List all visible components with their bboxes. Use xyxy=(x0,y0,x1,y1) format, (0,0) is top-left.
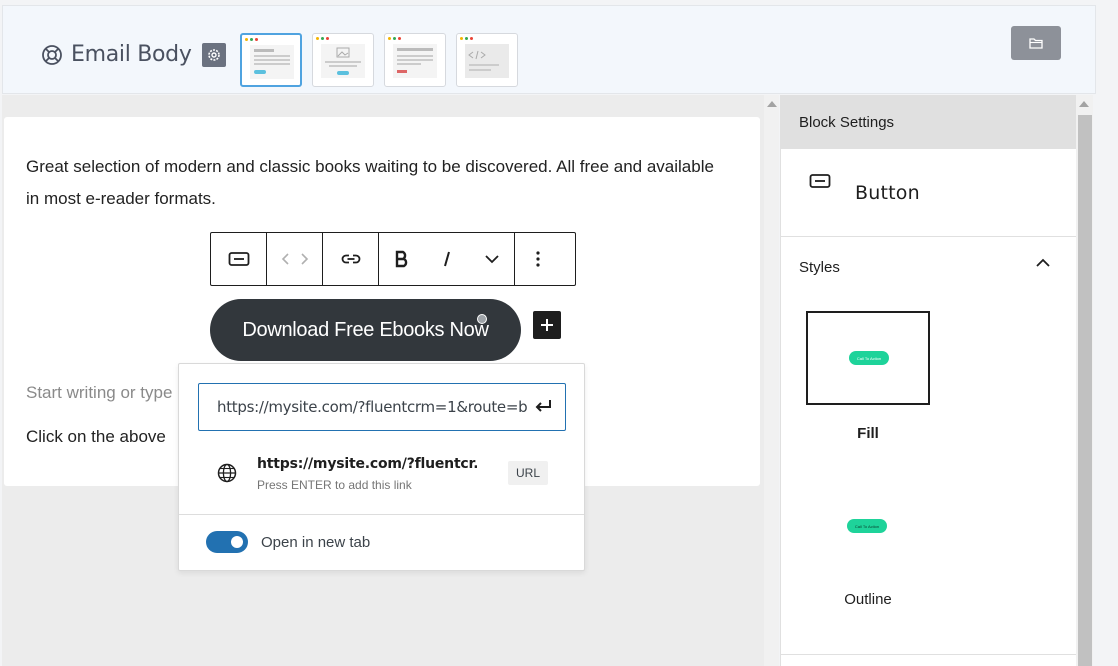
code-preview-icon xyxy=(465,44,509,78)
chevron-down-icon xyxy=(484,255,499,264)
template-switcher xyxy=(240,33,518,87)
sidebar-title: Block Settings xyxy=(799,113,895,131)
globe-icon xyxy=(217,463,237,483)
button-block-icon xyxy=(228,252,249,266)
template-thumb-raw-html[interactable] xyxy=(456,33,518,87)
lifebuoy-icon xyxy=(42,44,62,65)
url-input-value: https://mysite.com/?fluentcrm=1&route=bn… xyxy=(217,398,527,416)
intro-paragraph[interactable]: Great selection of modern and classic bo… xyxy=(26,151,716,215)
block-card: Button xyxy=(781,149,1076,237)
button-block-icon xyxy=(809,174,831,188)
template-thumb-simple[interactable] xyxy=(240,33,302,87)
bold-button[interactable] xyxy=(379,233,424,285)
styles-panel-toggle[interactable]: Styles xyxy=(799,259,840,276)
popover-divider xyxy=(179,514,584,515)
options-button[interactable] xyxy=(515,233,560,285)
templates-folder-button[interactable] xyxy=(1011,26,1061,60)
italic-icon xyxy=(443,251,450,267)
image-preview-icon xyxy=(321,44,365,78)
vertical-ellipsis-icon xyxy=(535,251,540,267)
template-thumb-image[interactable] xyxy=(312,33,374,87)
suggestion-url: https://mysite.com/?fluentcr... xyxy=(257,456,477,472)
style-fill-label: Fill xyxy=(857,425,879,442)
link-icon xyxy=(341,254,360,264)
empty-block-placeholder[interactable]: Start writing or type xyxy=(26,383,172,403)
chevron-up-icon[interactable] xyxy=(1035,258,1051,268)
sidebar-header: Block Settings xyxy=(781,95,1076,149)
email-body-header: Email Body xyxy=(2,5,1096,94)
style-outline-label: Outline xyxy=(844,591,892,608)
style-option-fill[interactable]: Call To Action xyxy=(806,311,930,405)
page-title: Email Body xyxy=(71,42,192,67)
open-new-tab-row: Open in new tab xyxy=(206,531,370,553)
link-popover: https://mysite.com/?fluentcrm=1&route=bn… xyxy=(178,363,585,571)
suggestion-hint: Press ENTER to add this link xyxy=(257,478,412,492)
fill-preview-pill: Call To Action xyxy=(849,351,889,365)
sidebar-scrollbar[interactable] xyxy=(1076,95,1093,666)
link-suggestion[interactable]: https://mysite.com/?fluentcr... Press EN… xyxy=(179,446,584,514)
move-arrows-button[interactable] xyxy=(267,233,322,285)
url-input[interactable]: https://mysite.com/?fluentcrm=1&route=bn… xyxy=(198,383,566,431)
italic-button[interactable] xyxy=(424,233,469,285)
sidebar-divider xyxy=(781,654,1076,655)
instruction-text[interactable]: Click on the above xyxy=(26,427,166,447)
mouse-cursor xyxy=(477,314,487,324)
template-preview-icon xyxy=(250,45,294,79)
scrollbar-thumb[interactable] xyxy=(1078,115,1092,666)
scroll-up-icon[interactable] xyxy=(1079,101,1089,107)
open-new-tab-label: Open in new tab xyxy=(261,533,371,551)
gear-icon xyxy=(207,48,220,61)
folder-icon xyxy=(1029,38,1043,49)
plus-icon xyxy=(541,319,553,331)
outline-preview-pill[interactable]: Call To Action xyxy=(847,519,887,533)
scroll-up-icon[interactable] xyxy=(767,101,777,107)
classic-preview-icon xyxy=(393,44,437,78)
block-type-button[interactable] xyxy=(211,233,266,285)
block-settings-sidebar: Block Settings Button Styles Call To Act… xyxy=(780,95,1076,666)
settings-button[interactable] xyxy=(201,42,226,67)
enter-icon[interactable] xyxy=(533,397,553,415)
block-name: Button xyxy=(855,182,920,204)
chevron-left-right-icon xyxy=(281,253,308,265)
title-group: Email Body xyxy=(41,42,226,67)
cta-button[interactable]: Download Free Ebooks Now xyxy=(210,299,521,361)
block-toolbar xyxy=(210,232,576,286)
open-new-tab-toggle[interactable] xyxy=(206,531,248,553)
bold-icon xyxy=(395,250,407,268)
add-block-button[interactable] xyxy=(533,311,561,339)
cta-button-label: Download Free Ebooks Now xyxy=(242,318,489,341)
template-thumb-classic[interactable] xyxy=(384,33,446,87)
link-button[interactable] xyxy=(323,233,378,285)
more-formatting-button[interactable] xyxy=(469,233,514,285)
editor-scrollbar[interactable] xyxy=(764,95,779,666)
url-type-badge: URL xyxy=(508,461,548,485)
